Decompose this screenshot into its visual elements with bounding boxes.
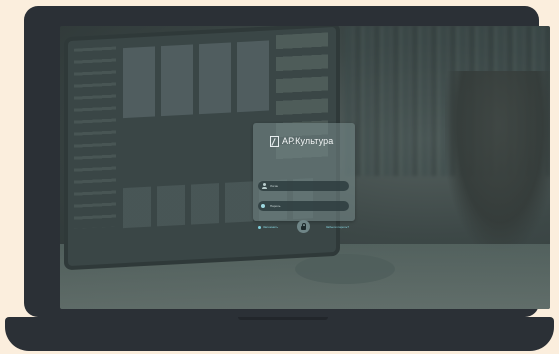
login-field[interactable]: Логин bbox=[258, 181, 349, 191]
laptop-base bbox=[5, 317, 554, 351]
checkbox-icon bbox=[258, 225, 261, 229]
background-monitor-stand bbox=[295, 254, 395, 284]
background-monitor-sidebar bbox=[74, 46, 116, 229]
laptop-notch bbox=[238, 317, 328, 320]
laptop-screen: АР.Культура Логин Пароль Запомнить Забыл… bbox=[60, 26, 550, 309]
remember-checkbox[interactable]: Запомнить bbox=[258, 225, 278, 229]
login-card: АР.Культура Логин Пароль Запомнить Забыл… bbox=[253, 123, 355, 233]
background-person bbox=[445, 71, 550, 251]
laptop-lid: АР.Культура Логин Пароль Запомнить Забыл… bbox=[24, 6, 550, 317]
background-monitor-tiles bbox=[123, 40, 273, 119]
key-icon bbox=[261, 203, 267, 209]
lock-body bbox=[301, 226, 306, 230]
user-icon bbox=[261, 183, 267, 189]
remember-label: Запомнить bbox=[263, 225, 279, 229]
login-button[interactable] bbox=[297, 220, 310, 233]
document-pen-icon bbox=[270, 135, 279, 147]
password-field[interactable]: Пароль bbox=[258, 201, 349, 211]
brand-name: АР.Культура bbox=[282, 136, 334, 146]
forgot-password-link[interactable]: Забыли пароль? bbox=[326, 225, 349, 229]
password-placeholder: Пароль bbox=[270, 204, 281, 208]
form-actions: Запомнить Забыли пароль? bbox=[258, 220, 349, 234]
login-placeholder: Логин bbox=[270, 184, 279, 188]
brand: АР.Культура bbox=[270, 134, 333, 148]
